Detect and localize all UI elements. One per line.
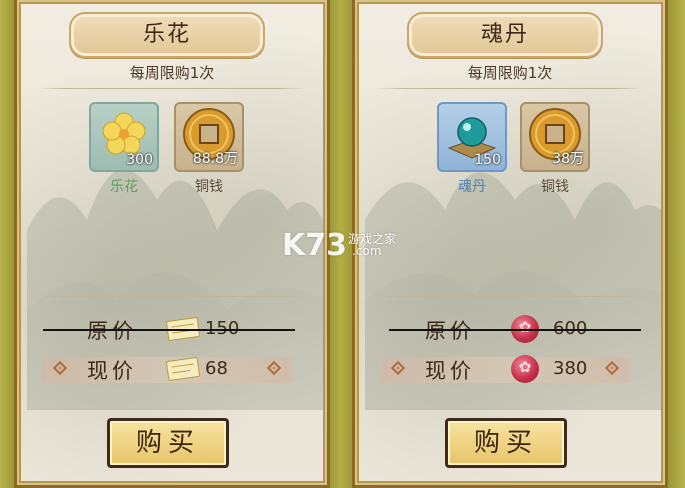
red-gem-icon bbox=[511, 355, 539, 383]
purchase-limit: 每周限购1次 bbox=[129, 64, 215, 82]
divider-top bbox=[39, 88, 305, 89]
diamond-ornament-icon bbox=[52, 360, 68, 376]
background-left bbox=[0, 0, 14, 488]
item-name: 铜钱 bbox=[541, 179, 569, 195]
card-title: 魂丹 bbox=[407, 12, 603, 58]
watermark-logo: K73 bbox=[282, 228, 347, 263]
diamond-ornament-icon bbox=[604, 360, 620, 376]
site-watermark: K73 游戏之家 .com bbox=[282, 228, 422, 268]
diamond-ornament-icon bbox=[266, 360, 282, 376]
item-quantity: 88.8万 bbox=[192, 151, 238, 167]
item-name: 魂丹 bbox=[458, 179, 486, 195]
current-price-label: 现价 bbox=[425, 359, 475, 383]
item-quantity: 300 bbox=[126, 152, 153, 168]
strikethrough-line bbox=[389, 329, 641, 331]
item-slot-coin[interactable]: 88.8万 bbox=[174, 102, 244, 172]
buy-button[interactable]: 购买 bbox=[445, 418, 567, 468]
item-slot-soul-orb[interactable]: 150 bbox=[437, 102, 507, 172]
current-price-label: 现价 bbox=[87, 359, 137, 383]
divider-bottom bbox=[377, 296, 643, 297]
item-slot-flower[interactable]: 300 bbox=[89, 102, 159, 172]
buy-button[interactable]: 购买 bbox=[107, 418, 229, 468]
card-title: 乐花 bbox=[69, 12, 265, 58]
current-price-value: 380 bbox=[553, 358, 588, 379]
current-price-value: 68 bbox=[205, 358, 228, 379]
item-name: 铜钱 bbox=[195, 179, 223, 195]
strikethrough-line bbox=[43, 329, 295, 331]
item-quantity: 150 bbox=[474, 152, 501, 168]
current-price-row: 现价 380 bbox=[381, 355, 629, 383]
item-name: 乐花 bbox=[110, 179, 138, 195]
watermark-line2: .com bbox=[352, 244, 382, 258]
item-slot-coin[interactable]: 38万 bbox=[520, 102, 590, 172]
current-price-row: 现价 68 bbox=[43, 356, 291, 383]
ticket-icon bbox=[165, 356, 201, 382]
divider-bottom bbox=[39, 296, 305, 297]
background-right bbox=[668, 0, 685, 488]
diamond-ornament-icon bbox=[390, 360, 406, 376]
divider-top bbox=[377, 88, 643, 89]
purchase-limit: 每周限购1次 bbox=[467, 64, 553, 82]
item-quantity: 38万 bbox=[552, 151, 584, 167]
